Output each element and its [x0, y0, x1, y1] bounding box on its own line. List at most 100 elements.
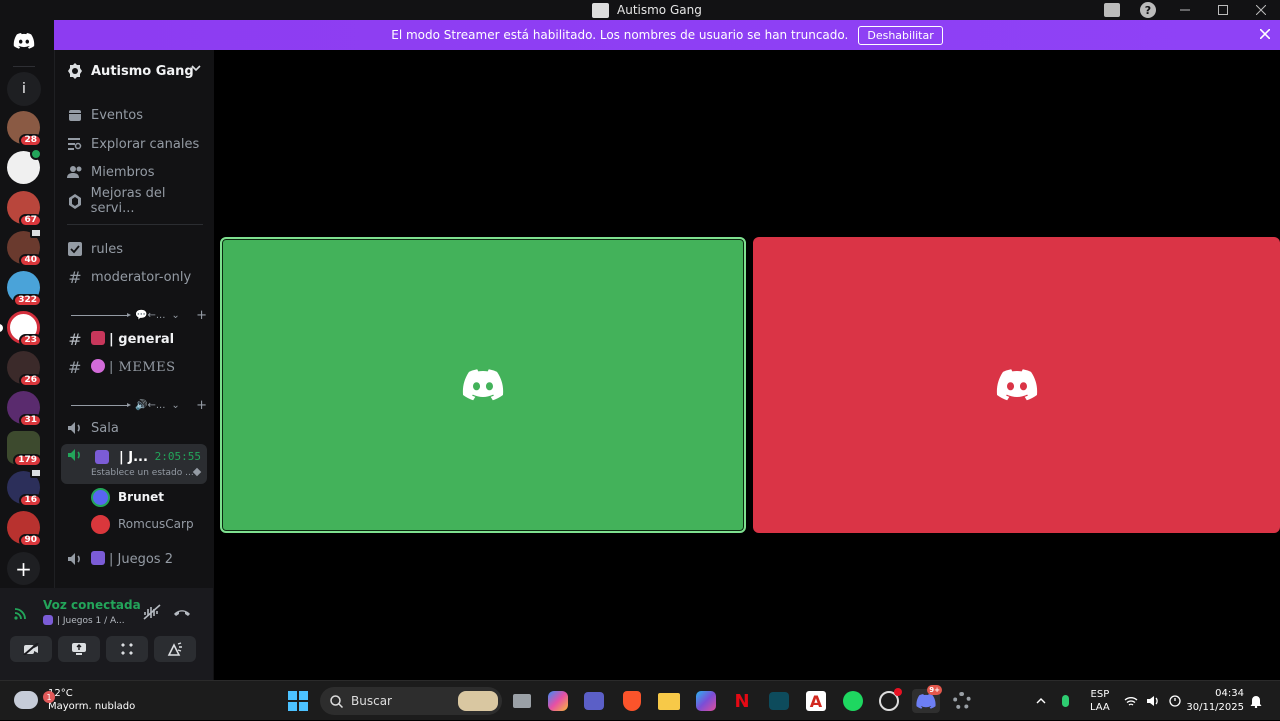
server-icon-5[interactable]: 322 [7, 271, 42, 307]
server-icon-6[interactable]: 23 [0, 311, 42, 347]
disney-button[interactable] [767, 689, 791, 713]
channel-memes[interactable]: # | MEMES [61, 354, 211, 380]
clock-date: 30/11/2025 [1186, 702, 1244, 713]
channel-label: | general [109, 332, 175, 347]
server-icon-9[interactable]: 179 [7, 431, 42, 467]
server-icon-4[interactable]: 40 [7, 228, 42, 267]
streamer-message: El modo Streamer está habilitado. Los no… [391, 28, 849, 42]
chatgpt-button[interactable] [877, 688, 902, 713]
channel-general[interactable]: # | general [61, 326, 211, 352]
server-icon-8[interactable]: 31 [7, 391, 42, 427]
activities-button[interactable] [106, 636, 148, 662]
voice-connected-title[interactable]: Voz conectada [43, 598, 141, 612]
teams-button[interactable] [582, 689, 606, 713]
add-server-button[interactable]: + [7, 552, 40, 585]
speaker-connected-icon [67, 448, 83, 466]
browse-icon [67, 136, 83, 152]
screen-share-button[interactable] [58, 636, 100, 662]
netflix-button[interactable]: N [730, 689, 754, 713]
category-header-2[interactable]: 🔊 ←... ⌄ + [71, 396, 207, 414]
inbox-button[interactable] [1094, 0, 1130, 20]
voice-user[interactable]: RomcusCarp [91, 512, 194, 536]
disable-streamer-button[interactable]: Deshabilitar [858, 25, 943, 45]
user-name: RomcusCarp [118, 517, 194, 531]
server-icon-1[interactable]: 28 [7, 111, 42, 147]
teams-icon [584, 692, 604, 710]
voice-status[interactable]: Establece un estado ... [91, 468, 194, 478]
task-view-button[interactable] [510, 689, 534, 713]
channel-sala[interactable]: Sala [61, 415, 211, 441]
voice-channel-subtitle[interactable]: | Juegos 1 / A... [43, 615, 125, 626]
discord-badge: 9+ [927, 685, 942, 695]
minimize-icon [1180, 9, 1190, 11]
guild-header[interactable]: Autismo Gang [55, 50, 215, 92]
language-line2: LAA [1090, 702, 1110, 713]
server-icon [592, 2, 609, 18]
notifications-button[interactable] [1250, 681, 1262, 721]
copilot-button[interactable] [546, 689, 570, 713]
soundboard-button[interactable] [154, 636, 196, 662]
user-name: Brunet [118, 490, 165, 504]
mention-badge: 67 [19, 214, 42, 227]
taskbar-search[interactable]: Buscar [320, 687, 502, 715]
copilot-icon [548, 691, 568, 711]
bell-icon [1250, 695, 1262, 708]
browse-channels-item[interactable]: Explorar canales [61, 131, 211, 157]
tray-overflow-button[interactable] [1036, 681, 1046, 721]
help-button[interactable]: ? [1130, 0, 1166, 20]
channel-label: | Juegos 2 [109, 552, 173, 567]
minimize-button[interactable] [1166, 0, 1204, 20]
voice-panel: Voz conectada | Juegos 1 / A... [0, 588, 214, 680]
maximize-button[interactable] [1204, 0, 1242, 20]
participant-tile-speaking[interactable] [220, 237, 746, 533]
category-header-1[interactable]: 💬 ←... ⌄ + [71, 306, 207, 324]
home-button[interactable] [7, 24, 41, 58]
acrobat-button[interactable]: A [804, 689, 828, 713]
noise-suppression-button[interactable] [140, 600, 164, 624]
weather-widget[interactable]: 1 12°C Mayorm. nublado [14, 687, 135, 713]
mention-badge: 40 [19, 254, 42, 267]
brave-button[interactable] [620, 689, 644, 713]
spotify-button[interactable] [841, 689, 865, 713]
close-banner-button[interactable] [1259, 27, 1271, 43]
soundboard-icon [167, 642, 182, 656]
server-icon-3[interactable]: 67 [7, 191, 42, 227]
chevron-down-icon: ⌄ [171, 309, 180, 321]
server-icon-autismo-gang[interactable] [7, 148, 42, 184]
microphone-tray-button[interactable] [1062, 681, 1069, 721]
add-channel-button[interactable]: + [196, 398, 207, 413]
voice-timer: 2:05:55 [154, 450, 201, 463]
settings-button[interactable] [950, 689, 974, 713]
events-item[interactable]: Eventos [61, 102, 211, 128]
quick-settings-button[interactable] [1124, 681, 1182, 721]
channel-rules[interactable]: rules [61, 236, 211, 262]
language-button[interactable]: ESP LAA [1090, 681, 1110, 721]
channel-juegos-2[interactable]: | Juegos 2 [61, 546, 211, 572]
channel-moderator-only[interactable]: # moderator-only [61, 264, 211, 290]
events-label: Eventos [91, 107, 143, 123]
inbox-icon [1104, 3, 1120, 17]
file-explorer-button[interactable] [657, 689, 681, 713]
discord-icon [916, 693, 936, 709]
info-button[interactable]: i [7, 72, 41, 106]
start-button[interactable] [286, 689, 310, 713]
add-channel-button[interactable]: + [196, 308, 207, 323]
signal-icon[interactable] [14, 605, 30, 624]
server-boosts-item[interactable]: Mejoras del servi... [61, 186, 211, 216]
voice-active-icon [30, 148, 42, 160]
disconnect-button[interactable] [170, 600, 194, 624]
office-button[interactable] [694, 689, 718, 713]
server-icon-10[interactable]: 16 [7, 468, 42, 507]
members-item[interactable]: Miembros [61, 159, 211, 185]
channel-juegos-1-active[interactable]: | J... 2:05:55 Establece un estado ... [61, 444, 207, 484]
discord-taskbar-button[interactable]: 9+ [912, 685, 942, 713]
channel-label: | MEMES [109, 360, 176, 375]
server-icon-7[interactable]: 26 [7, 351, 42, 387]
chevron-down-icon: ⌄ [171, 399, 180, 411]
close-window-button[interactable] [1242, 0, 1280, 20]
camera-button[interactable] [10, 636, 52, 662]
server-icon-11[interactable]: 90 [7, 511, 42, 547]
participant-tile[interactable] [753, 237, 1280, 533]
voice-user[interactable]: Brunet [91, 485, 164, 509]
clock[interactable]: 04:34 30/11/2025 [1186, 687, 1244, 715]
